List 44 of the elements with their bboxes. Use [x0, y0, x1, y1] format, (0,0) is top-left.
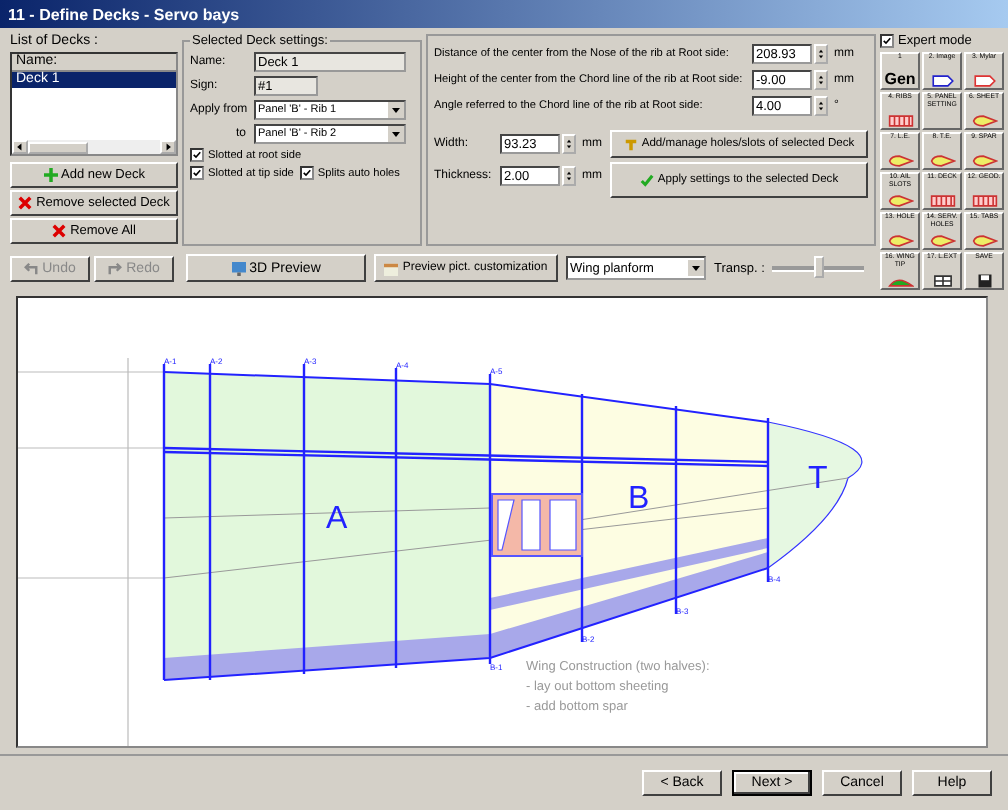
plus-icon — [43, 168, 58, 182]
airfoil-outline-icon — [929, 74, 955, 88]
cross-icon — [18, 196, 33, 210]
checkmark-icon — [299, 166, 314, 180]
checkmark-icon — [190, 148, 204, 162]
checkered-icon — [929, 274, 955, 288]
airfoil-icon — [971, 234, 997, 248]
panel-label: B — [628, 482, 650, 516]
spinner-control[interactable] — [814, 70, 828, 90]
panel-label: T — [808, 462, 828, 496]
airfoil-outline-icon — [971, 74, 997, 88]
check-icon — [639, 173, 654, 187]
ribs-icon — [887, 114, 913, 128]
undo-icon — [24, 261, 39, 275]
airfoil-icon — [929, 234, 955, 248]
airfoil-icon — [971, 114, 997, 128]
checkmark-icon — [190, 166, 204, 180]
cross-icon — [52, 224, 67, 238]
horizontal-scrollbar[interactable] — [12, 140, 176, 154]
airfoil-icon — [887, 154, 913, 168]
airfoil-icon — [887, 194, 913, 208]
picture-icon — [384, 261, 399, 275]
panel-label: A — [326, 502, 348, 536]
airfoil-icon — [971, 154, 997, 168]
ribs-icon — [971, 194, 997, 208]
wing-tip-icon — [887, 274, 913, 288]
scroll-thumb[interactable] — [28, 141, 88, 153]
spinner-control[interactable] — [562, 134, 576, 154]
checkmark-icon — [880, 34, 894, 48]
spinner-control[interactable] — [562, 166, 576, 186]
dropdown-arrow-icon — [388, 126, 404, 142]
spinner-control[interactable] — [814, 96, 828, 116]
spinner-control[interactable] — [814, 44, 828, 64]
window-title: 11 - Define Decks - Servo bays — [8, 5, 240, 23]
airfoil-icon — [887, 234, 913, 248]
slider-thumb[interactable] — [814, 255, 825, 277]
airfoil-icon — [929, 154, 955, 168]
dropdown-arrow-icon — [388, 102, 404, 118]
redo-icon — [108, 261, 123, 275]
monitor-icon — [231, 261, 246, 275]
dropdown-arrow-icon — [688, 260, 704, 276]
scroll-left-icon[interactable] — [12, 140, 28, 154]
ribs-icon — [929, 194, 955, 208]
scroll-right-icon[interactable] — [160, 140, 176, 154]
